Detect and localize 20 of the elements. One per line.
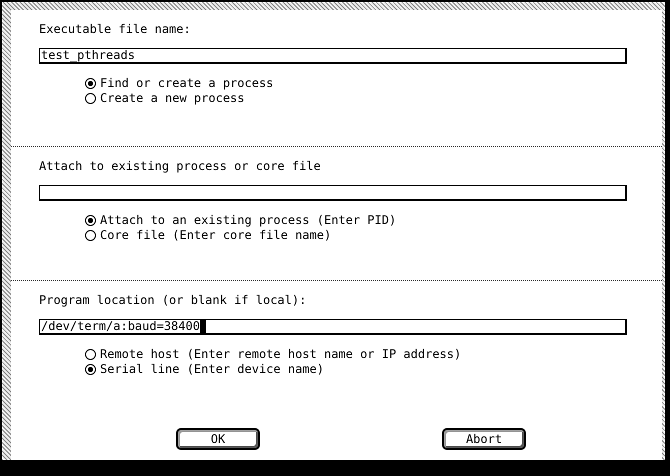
radio-button[interactable]: [85, 93, 96, 104]
radio-option[interactable]: Core file (Enter core file name): [85, 228, 662, 243]
field-label: Program location (or blank if local):: [39, 293, 308, 307]
radio-button[interactable]: [85, 349, 96, 360]
radio-button[interactable]: [85, 364, 96, 375]
input-field[interactable]: test_pthreads: [39, 48, 627, 64]
abort-button[interactable]: Abort: [442, 428, 526, 450]
input-field[interactable]: [39, 185, 627, 201]
input-field[interactable]: /dev/term/a:baud=38400: [39, 319, 627, 335]
field-label: Attach to existing process or core file: [39, 159, 322, 173]
radio-option[interactable]: Attach to an existing process (Enter PID): [85, 213, 662, 228]
radio-button[interactable]: [85, 215, 96, 226]
radio-button[interactable]: [85, 78, 96, 89]
radio-option[interactable]: Serial line (Enter device name): [85, 362, 662, 377]
radio-button[interactable]: [85, 230, 96, 241]
radio-option[interactable]: Find or create a process: [85, 76, 662, 91]
ok-button[interactable]: OK: [176, 428, 260, 450]
radio-option[interactable]: Remote host (Enter remote host name or IP address): [85, 347, 662, 362]
radio-option[interactable]: Create a new process: [85, 91, 662, 106]
field-label: Executable file name:: [39, 22, 192, 36]
